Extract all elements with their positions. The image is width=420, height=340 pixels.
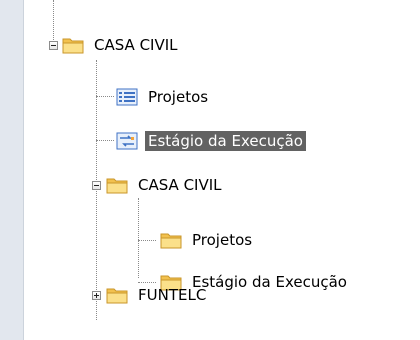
collapse-toggle-casa-civil[interactable]	[49, 41, 58, 50]
expand-toggle-funtelc[interactable]	[92, 291, 101, 300]
tree-connector	[96, 96, 114, 97]
folder-icon	[106, 176, 128, 194]
tree-connector	[96, 60, 97, 320]
tree-node-label: Estágio da Execução	[145, 131, 306, 151]
folder-icon	[106, 286, 128, 304]
tree-node-label: CASA CIVIL	[94, 36, 178, 54]
list-icon	[116, 88, 138, 106]
folder-icon	[160, 231, 182, 249]
tree-node-casa-civil[interactable]: CASA CIVIL	[62, 34, 181, 56]
tree-node-sub-projetos[interactable]: Projetos	[160, 229, 255, 251]
tree-node-funtelc[interactable]: FUNTELC	[106, 284, 209, 306]
transfer-list-icon	[116, 132, 138, 150]
tree-node-label: Projetos	[192, 231, 253, 249]
tree-connector	[138, 282, 156, 283]
tree-node-casa-civil-sub[interactable]: CASA CIVIL	[106, 174, 225, 196]
tree-node-label: Projetos	[148, 88, 209, 106]
tree-connector	[96, 140, 114, 141]
folder-icon	[62, 36, 84, 54]
tree-node-label: Estágio da Execução	[192, 273, 347, 291]
tree-connector	[138, 240, 156, 241]
tree-node-label: CASA CIVIL	[138, 176, 222, 194]
tree-connector	[138, 198, 139, 278]
tree-node-projetos[interactable]: Projetos	[116, 86, 211, 108]
left-gutter	[0, 0, 24, 340]
tree-node-label: FUNTELC	[138, 286, 207, 304]
tree-connector	[53, 0, 54, 40]
tree-node-estagio-execucao[interactable]: Estágio da Execução	[116, 130, 306, 152]
collapse-toggle-casa-civil-sub[interactable]	[92, 181, 101, 190]
